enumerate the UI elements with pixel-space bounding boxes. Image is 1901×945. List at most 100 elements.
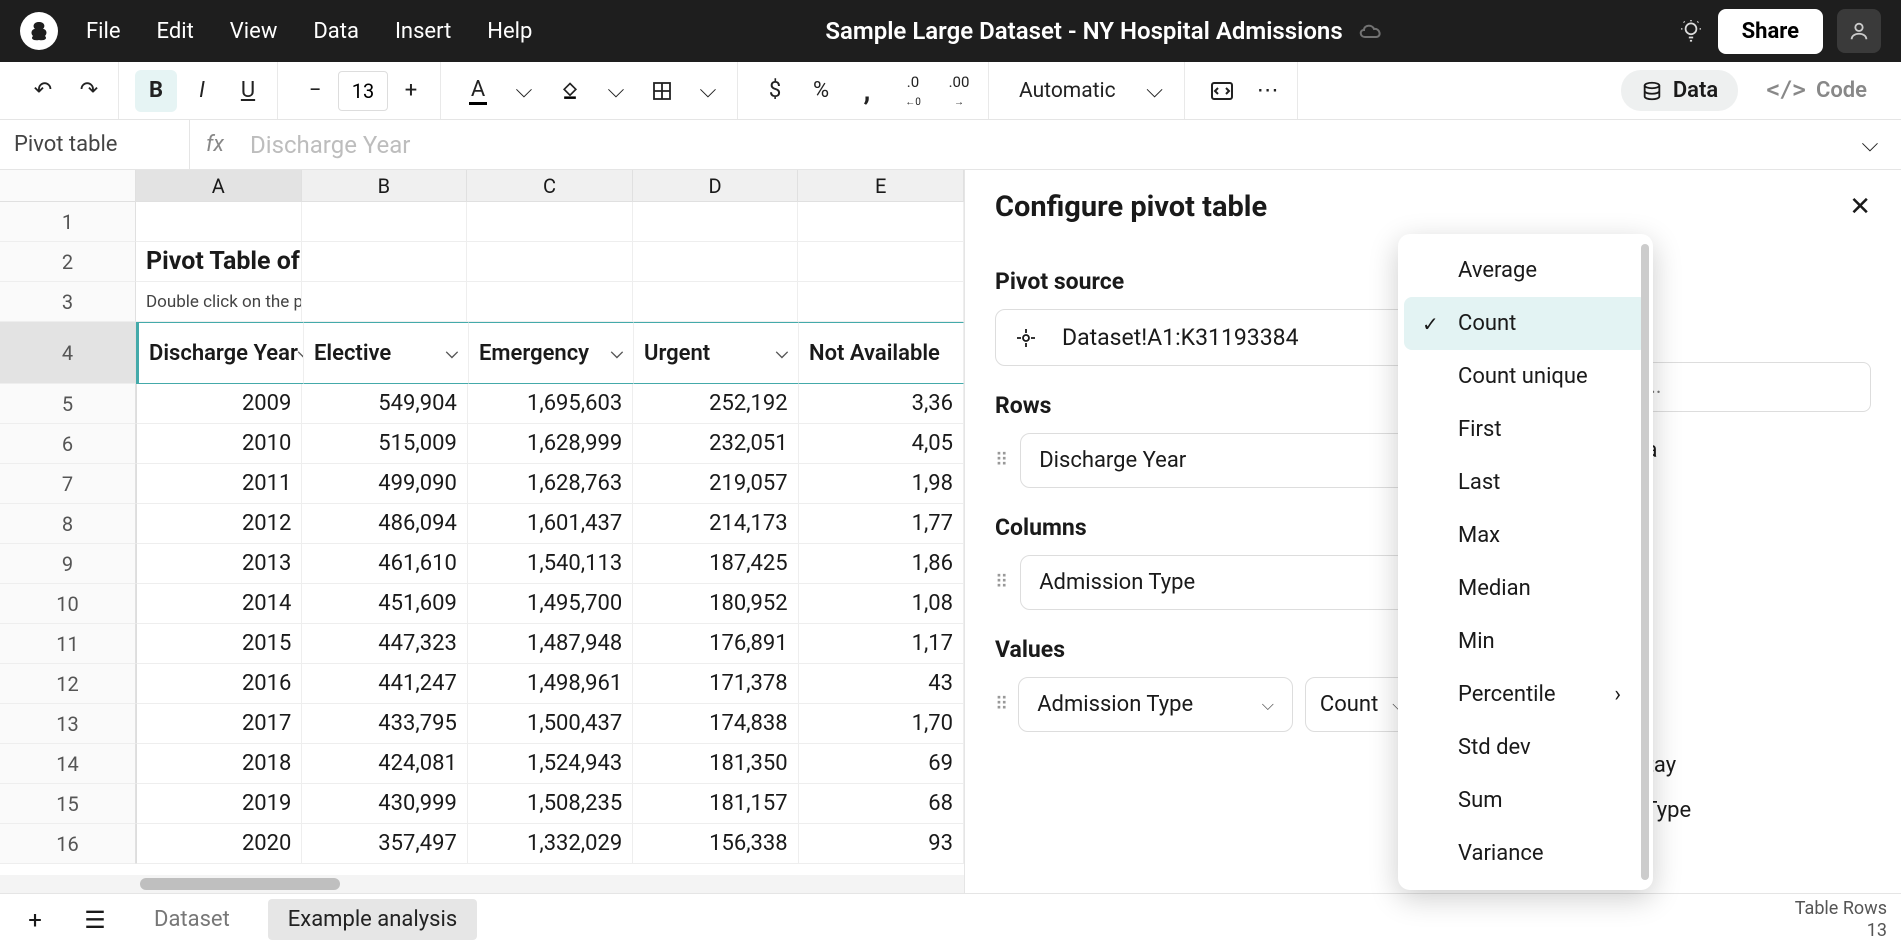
font-size-input[interactable] [338,71,388,111]
data-cell[interactable]: 430,999 [302,784,467,824]
share-button[interactable]: Share [1718,9,1823,54]
data-cell[interactable]: 1,628,763 [468,464,633,504]
data-cell[interactable]: 1,500,437 [468,704,633,744]
cell[interactable] [302,202,468,242]
increase-decimal[interactable]: .00→ [938,70,980,112]
menu-help[interactable]: Help [487,19,532,44]
menu-edit[interactable]: Edit [157,19,194,44]
cell[interactable] [467,282,633,322]
borders-menu[interactable]: ⌵ [687,70,729,112]
row-header[interactable]: 14 [0,744,136,784]
source-input[interactable]: Dataset!A1:K31193384 [995,309,1468,366]
data-cell[interactable]: 2014 [136,584,302,624]
dropdown-item[interactable]: Variance [1404,827,1647,880]
cell[interactable] [467,242,633,282]
col-header-d[interactable]: D [633,170,799,201]
data-cell[interactable]: 180,952 [633,584,798,624]
cell[interactable] [302,282,468,322]
data-cell[interactable]: 1,98 [799,464,964,504]
dropdown-item[interactable]: Count [1404,297,1647,350]
data-cell[interactable]: 2018 [136,744,302,784]
data-cell[interactable]: 1,540,113 [468,544,633,584]
data-cell[interactable]: 1,495,700 [468,584,633,624]
sheets-menu-button[interactable]: ☰ [74,899,116,941]
data-cell[interactable]: 2016 [136,664,302,704]
data-cell[interactable]: 171,378 [633,664,798,704]
data-cell[interactable]: 181,350 [633,744,798,784]
code-chip[interactable]: </> Code [1746,70,1887,111]
cell[interactable] [798,242,964,282]
menu-file[interactable]: File [86,19,121,44]
add-sheet-button[interactable]: + [14,899,56,941]
col-header-b[interactable]: B [302,170,468,201]
cell[interactable] [798,282,964,322]
row-header[interactable]: 13 [0,704,136,744]
cell[interactable] [302,242,468,282]
dropdown-item[interactable]: Std dev [1404,721,1647,774]
more-button[interactable]: ⋯ [1247,70,1289,112]
italic-button[interactable]: I [181,70,223,112]
data-cell[interactable]: 156,338 [633,824,798,864]
fill-color-button[interactable] [549,70,591,112]
undo-button[interactable]: ↶ [22,70,64,112]
pivot-title-cell[interactable]: Pivot Table of Hospital Admissions by Ty… [136,242,302,282]
row-header[interactable]: 5 [0,384,136,424]
decrease-decimal[interactable]: .0←0 [892,70,934,112]
data-cell[interactable]: 187,425 [633,544,798,584]
data-cell[interactable]: 214,173 [633,504,798,544]
dropdown-item[interactable]: Percentile› [1404,668,1647,721]
data-cell[interactable]: 1,601,437 [468,504,633,544]
data-cell[interactable]: 252,192 [633,384,798,424]
data-cell[interactable]: 357,497 [302,824,467,864]
data-cell[interactable]: 2020 [136,824,302,864]
data-cell[interactable]: 486,094 [302,504,467,544]
code-cell-button[interactable] [1201,70,1243,112]
document-title[interactable]: Sample Large Dataset - NY Hospital Admis… [560,17,1649,45]
data-cell[interactable]: 2010 [136,424,302,464]
cell-reference[interactable]: Pivot table [0,120,190,169]
data-cell[interactable]: 499,090 [302,464,467,504]
dropdown-item[interactable]: Average [1404,244,1647,297]
borders-button[interactable] [641,70,683,112]
data-cell[interactable]: 2019 [136,784,302,824]
data-cell[interactable]: 1,695,603 [468,384,633,424]
horizontal-scrollbar[interactable] [0,875,964,893]
data-cell[interactable]: 1,86 [799,544,964,584]
dropdown-item[interactable]: Median [1404,562,1647,615]
app-logo[interactable] [20,12,58,50]
row-header[interactable]: 2 [0,242,136,282]
row-header[interactable]: 11 [0,624,136,664]
data-cell[interactable]: 447,323 [302,624,467,664]
data-cell[interactable]: 441,247 [302,664,467,704]
font-size-decrease[interactable]: − [294,70,336,112]
data-cell[interactable]: 1,487,948 [468,624,633,664]
data-cell[interactable]: 2012 [136,504,302,544]
dropdown-item[interactable]: Count unique [1404,350,1647,403]
data-cell[interactable]: 2009 [136,384,302,424]
data-cell[interactable]: 69 [799,744,964,784]
pivot-subtitle-cell[interactable]: Double click on the pivot table to edit.… [136,282,302,322]
row-header[interactable]: 7 [0,464,136,504]
data-cell[interactable]: 515,009 [302,424,467,464]
dropdown-item[interactable]: Sum [1404,774,1647,827]
row-header[interactable]: 8 [0,504,136,544]
dropdown-item[interactable]: Min [1404,615,1647,668]
data-cell[interactable]: 1,498,961 [468,664,633,704]
data-cell[interactable]: 1,628,999 [468,424,633,464]
data-cell[interactable]: 2015 [136,624,302,664]
data-cell[interactable]: 43 [799,664,964,704]
data-cell[interactable]: 3,36 [799,384,964,424]
drag-handle-icon[interactable]: ⠿ [995,450,1006,471]
font-size-increase[interactable]: + [390,70,432,112]
cell[interactable] [633,202,799,242]
pivot-header[interactable]: Not Available [799,322,964,384]
data-cell[interactable]: 2011 [136,464,302,504]
data-cell[interactable]: 219,057 [633,464,798,504]
col-header-e[interactable]: E [798,170,964,201]
row-header[interactable]: 4 [0,322,136,384]
data-cell[interactable]: 1,524,943 [468,744,633,784]
data-cell[interactable]: 461,610 [302,544,467,584]
tab-example-analysis[interactable]: Example analysis [268,899,477,940]
pivot-header[interactable]: Urgent ⌵ [634,322,799,384]
text-color-menu[interactable]: ⌵ [503,70,545,112]
